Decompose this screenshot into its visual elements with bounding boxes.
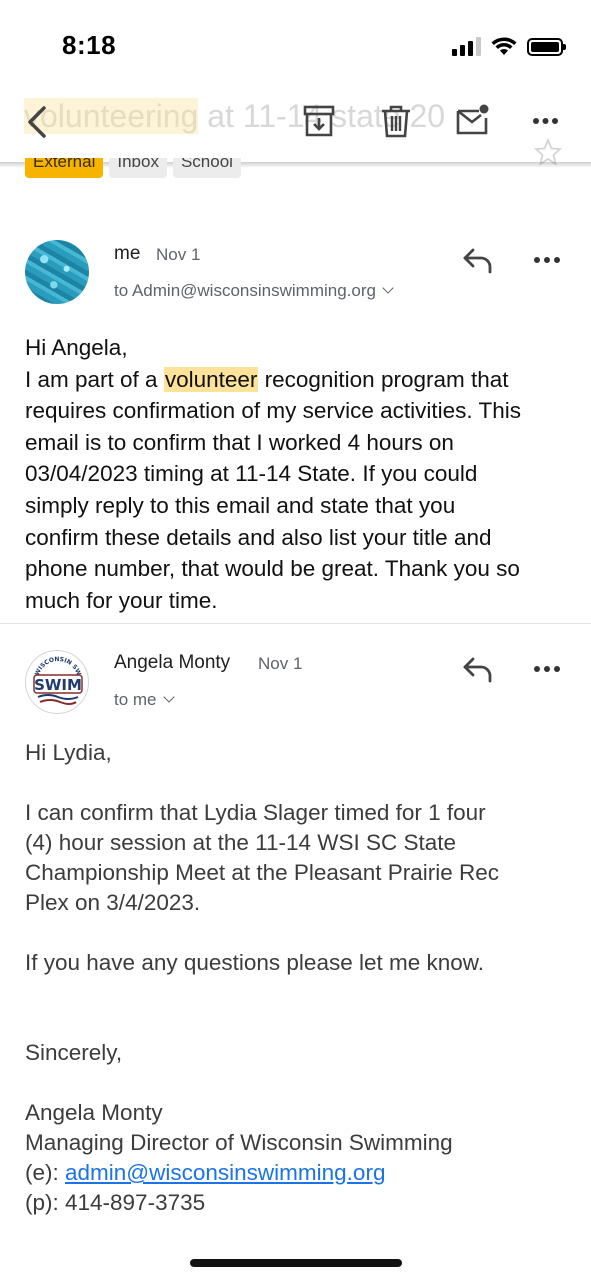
swim-logo-text: SWIM [34, 676, 82, 694]
back-arrow-icon[interactable] [18, 102, 58, 142]
label-external[interactable]: External [25, 158, 104, 178]
cellular-signal-icon [452, 36, 481, 56]
wifi-icon [491, 37, 517, 55]
signature-phone[interactable]: (p): 414-897-3735 [25, 1188, 570, 1218]
label-chips: External Inbox School [25, 158, 241, 184]
message-date: Nov 1 [258, 654, 303, 673]
status-time: 8:18 [62, 30, 117, 60]
message-date: Nov 1 [156, 245, 201, 264]
body-line: Hi Lydia, [25, 740, 112, 765]
star-icon[interactable] [534, 138, 562, 166]
body-line: Hi Angela, [25, 335, 128, 360]
body-line: simply reply to this email and state tha… [25, 492, 456, 518]
signature-title: Managing Director of Wisconsin Swimming [25, 1130, 453, 1155]
body-line: If you have any questions please let me … [25, 950, 485, 975]
recipient-text: to me [114, 690, 157, 709]
message-body: Hi Angela, I am part of a volunteer reco… [25, 332, 570, 616]
body-line: Championship Meet at the Pleasant Prairi… [25, 860, 499, 885]
status-icons [452, 36, 566, 56]
archive-icon[interactable] [302, 104, 336, 138]
body-line: confirm these details and also list your… [25, 524, 492, 550]
sender-name: me [114, 243, 141, 264]
body-line: much for your time. [25, 587, 218, 613]
message-more-icon[interactable] [533, 664, 561, 674]
message-body: Hi Lydia, I can confirm that Lydia Slage… [25, 738, 570, 1218]
body-line: phone number, that would be great. Thank… [25, 556, 520, 582]
more-icon[interactable] [530, 104, 564, 138]
body-line: email is to confirm that I worked 4 hour… [25, 429, 454, 455]
chevron-down-icon [382, 282, 394, 294]
battery-icon [527, 38, 566, 56]
body-line: requires confirmation of my service acti… [25, 398, 521, 424]
message-divider [0, 623, 591, 624]
swim-logo-icon: WISCONSIN SWIMMING SWIM [26, 651, 83, 705]
body-line: I can confirm that Lydia Slager timed fo… [25, 800, 486, 825]
avatar[interactable] [25, 240, 89, 304]
chevron-down-icon [162, 691, 175, 703]
body-line: I am part of a volunteer recognition pro… [25, 366, 509, 392]
sender-name: Angela Monty [114, 652, 231, 673]
toolbar [0, 90, 591, 158]
signature-email: (e): admin@wisconsinswimming.org [25, 1160, 386, 1185]
label-school[interactable]: School [172, 158, 241, 178]
home-indicator[interactable] [190, 1259, 402, 1267]
avatar[interactable]: WISCONSIN SWIMMING SWIM [25, 650, 89, 714]
trash-icon[interactable] [379, 104, 413, 138]
recipient-text: to Admin@wisconsinswimming.org [114, 281, 376, 300]
closing: Sincerely, [25, 1040, 123, 1065]
email-link[interactable]: admin@wisconsinswimming.org [65, 1160, 385, 1185]
recipient-details[interactable]: to me [114, 690, 175, 710]
signature-name: Angela Monty [25, 1100, 163, 1125]
body-line: Plex on 3/4/2023. [25, 890, 201, 915]
reply-icon[interactable] [461, 654, 495, 684]
body-line: (4) hour session at the 11-14 WSI SC Sta… [25, 830, 457, 855]
mark-unread-icon[interactable] [455, 104, 489, 138]
message-more-icon[interactable] [533, 255, 561, 265]
search-highlight: volunteer [163, 366, 259, 392]
reply-icon[interactable] [461, 245, 495, 275]
label-inbox[interactable]: Inbox [109, 158, 167, 178]
recipient-details[interactable]: to Admin@wisconsinswimming.org [114, 281, 394, 301]
body-line: 03/04/2023 timing at 11-14 State. If you… [25, 461, 478, 487]
